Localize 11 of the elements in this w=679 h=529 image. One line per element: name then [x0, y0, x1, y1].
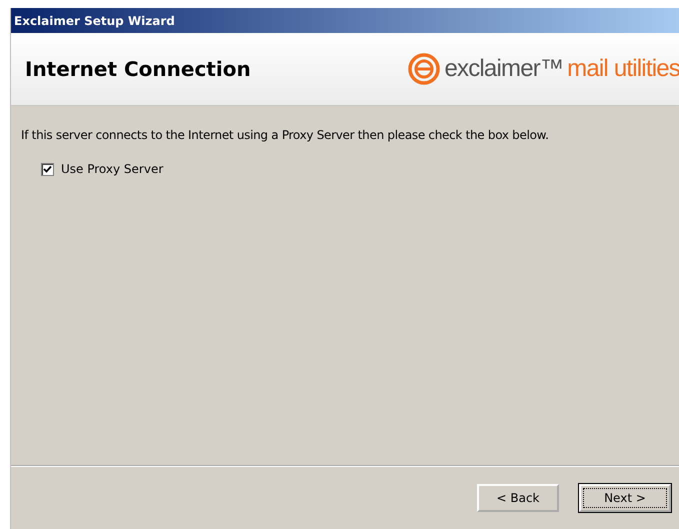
- instruction-text: If this server connects to the Internet using a Proxy Server then please check the box below.: [21, 128, 550, 142]
- checkbox-label[interactable]: Use Proxy Server: [61, 162, 164, 176]
- logo-product: mail utilities: [567, 55, 679, 83]
- checkbox[interactable]: [41, 162, 54, 176]
- window-title: Exclaimer Setup Wizard: [14, 14, 175, 28]
- logo-brand: exclaimer™: [444, 55, 564, 83]
- page-title: Internet Connection: [25, 57, 251, 81]
- logo-icon: [408, 53, 440, 85]
- checkmark-icon: [43, 164, 52, 174]
- wizard-button[interactable]: Next >: [579, 484, 671, 512]
- wizard-button[interactable]: < Back: [477, 484, 559, 512]
